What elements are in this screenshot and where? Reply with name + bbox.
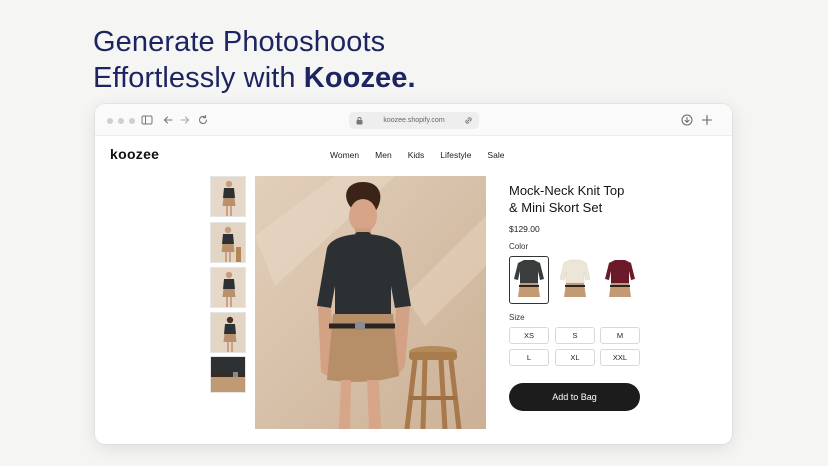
color-swatch-cream[interactable] — [555, 256, 595, 304]
address-bar[interactable]: koozee.shopify.com — [349, 112, 479, 129]
minimize-dot[interactable] — [118, 118, 124, 124]
close-dot[interactable] — [107, 118, 113, 124]
store-menu: Women Men Kids Lifestyle Sale — [330, 150, 504, 160]
nav-lifestyle[interactable]: Lifestyle — [440, 150, 471, 160]
browser-toolbar: koozee.shopify.com — [95, 104, 732, 136]
store-header: koozee Women Men Kids Lifestyle Sale — [95, 136, 732, 176]
color-label: Color — [509, 242, 529, 251]
size-option-l[interactable]: L — [509, 349, 549, 366]
size-option-xs[interactable]: XS — [509, 327, 549, 344]
product-title-line-1: Mock-Neck Knit Top — [509, 183, 625, 198]
size-option-xxl[interactable]: XXL — [600, 349, 640, 366]
nav-women[interactable]: Women — [330, 150, 359, 160]
thumbnail-2[interactable] — [210, 222, 246, 263]
window-controls[interactable] — [107, 118, 135, 124]
size-option-xl[interactable]: XL — [555, 349, 595, 366]
product-price: $129.00 — [509, 224, 540, 234]
thumbnail-4[interactable] — [210, 312, 246, 353]
store-logo[interactable]: koozee — [110, 146, 159, 162]
url-text: koozee.shopify.com — [383, 117, 445, 124]
product-title: Mock-Neck Knit Top & Mini Skort Set — [509, 182, 649, 216]
headline-brand: Koozee. — [303, 62, 416, 94]
nav-men[interactable]: Men — [375, 150, 392, 160]
hero-headline: Generate Photoshoots Effortlessly with K… — [93, 24, 416, 96]
link-icon[interactable] — [464, 116, 473, 125]
new-tab-icon[interactable] — [700, 113, 714, 127]
sidebar-icon[interactable] — [140, 113, 154, 127]
nav-kids[interactable]: Kids — [408, 150, 425, 160]
color-swatch-charcoal[interactable] — [509, 256, 549, 304]
maximize-dot[interactable] — [129, 118, 135, 124]
lock-icon — [355, 116, 364, 125]
color-swatch-burgundy[interactable] — [600, 256, 640, 304]
thumbnail-3[interactable] — [210, 267, 246, 308]
size-option-s[interactable]: S — [555, 327, 595, 344]
thumbnail-5[interactable] — [210, 356, 246, 393]
headline-prefix: Effortlessly with — [93, 62, 304, 94]
headline-line-1: Generate Photoshoots — [93, 26, 386, 58]
back-icon[interactable] — [161, 113, 175, 127]
forward-icon[interactable] — [178, 113, 192, 127]
thumbnail-1[interactable] — [210, 176, 246, 217]
nav-sale[interactable]: Sale — [487, 150, 504, 160]
size-label: Size — [509, 313, 525, 322]
product-details: Mock-Neck Knit Top & Mini Skort Set $129… — [509, 182, 649, 366]
add-to-bag-button[interactable]: Add to Bag — [509, 383, 640, 411]
download-icon[interactable] — [680, 113, 694, 127]
browser-window: koozee.shopify.com koozee Women Men Kids… — [95, 104, 732, 444]
headline-line-2: Effortlessly with Koozee. — [93, 60, 416, 96]
size-option-m[interactable]: M — [600, 327, 640, 344]
reload-icon[interactable] — [196, 113, 210, 127]
main-product-image[interactable] — [255, 176, 486, 429]
product-title-line-2: & Mini Skort Set — [509, 200, 603, 215]
